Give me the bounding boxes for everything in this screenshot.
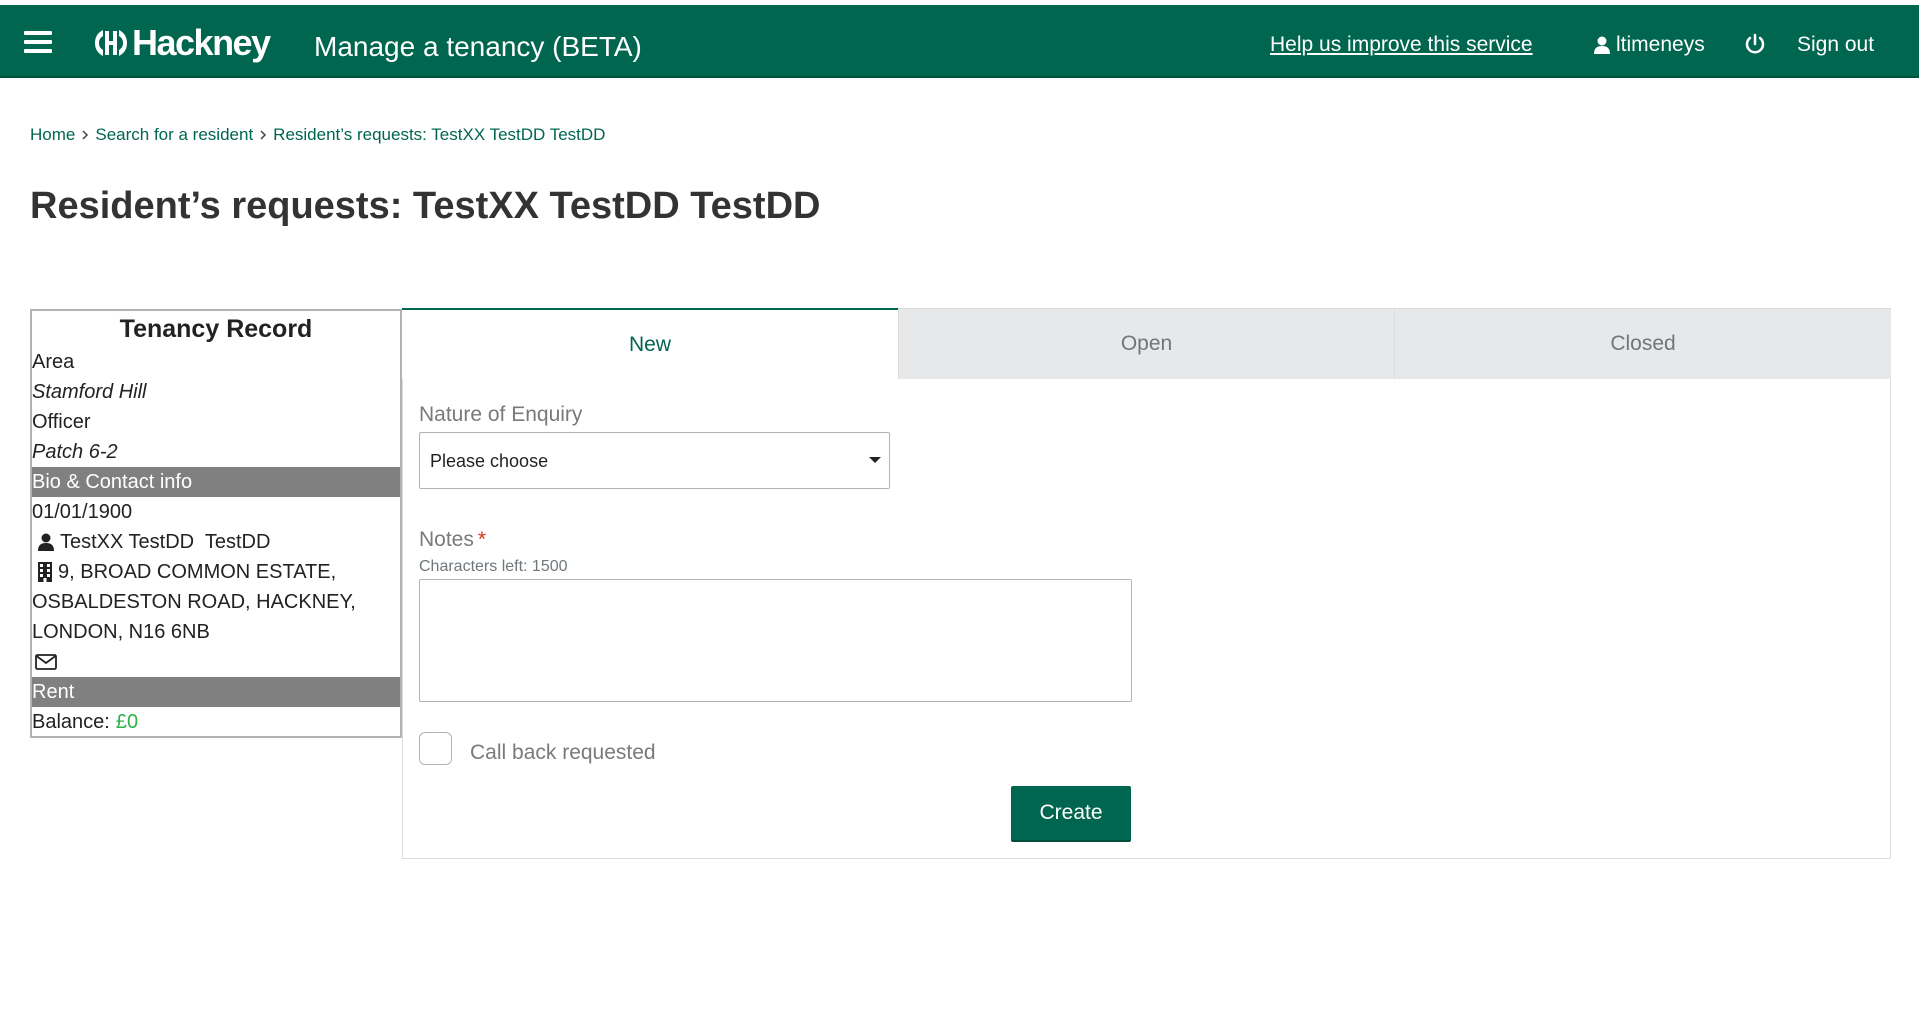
date-of-birth: 01/01/1900 <box>32 501 133 523</box>
area-value: Stamford Hill <box>32 381 147 403</box>
tenancy-record-title: Tenancy Record <box>119 315 313 343</box>
address-line-1: 9, BROAD COMMON ESTATE, <box>58 561 337 583</box>
menu-icon[interactable] <box>24 31 52 53</box>
breadcrumb: Home Search for a resident Resident’s re… <box>30 124 605 146</box>
user-icon <box>1594 36 1610 54</box>
notes-label: Notes * <box>419 527 486 553</box>
required-marker: * <box>477 528 487 551</box>
building-icon <box>38 562 52 582</box>
requests-tabs: New Open Closed <box>402 308 1891 379</box>
breadcrumb-home[interactable]: Home <box>30 124 75 146</box>
tenancy-record-panel: Tenancy Record Area Stamford Hill Office… <box>30 309 402 738</box>
email-row <box>32 647 400 677</box>
help-improve-link[interactable]: Help us improve this service <box>1270 30 1533 60</box>
tab-closed[interactable]: Closed <box>1394 308 1891 379</box>
hackney-logo-icon <box>95 30 127 56</box>
call-back-checkbox[interactable] <box>419 732 452 765</box>
notes-label-text: Notes <box>419 528 474 551</box>
create-button[interactable]: Create <box>1011 786 1131 842</box>
tab-new[interactable]: New <box>402 308 898 379</box>
notes-textarea[interactable] <box>419 579 1132 702</box>
site-header: Hackney Manage a tenancy (BETA) Help us … <box>0 5 1919 78</box>
area-label: Area <box>32 351 75 373</box>
chevron-right-icon <box>75 124 95 146</box>
balance-label: Balance: <box>32 711 110 733</box>
balance-value: £0 <box>115 711 139 733</box>
user-account[interactable]: ltimeneys <box>1594 30 1705 60</box>
characters-left: Characters left: 1500 <box>419 558 568 575</box>
caret-down-icon <box>869 457 881 463</box>
envelope-icon <box>35 654 57 670</box>
chevron-right-icon <box>253 124 273 146</box>
bio-contact-section-header: Bio & Contact info <box>32 467 400 497</box>
hackney-logo[interactable]: Hackney <box>94 22 271 63</box>
address-row: 9, BROAD COMMON ESTATE, <box>32 557 400 587</box>
username: ltimeneys <box>1616 33 1705 56</box>
address-line-3: LONDON, N16 6NB <box>32 621 210 643</box>
service-name: Manage a tenancy (BETA) <box>314 31 642 62</box>
logo-text: Hackney <box>132 22 271 63</box>
page-title: Resident’s requests: TestXX TestDD TestD… <box>30 185 821 227</box>
nature-of-enquiry-value: Please choose <box>430 451 549 471</box>
user-icon <box>38 533 54 551</box>
rent-section-header: Rent <box>32 677 400 707</box>
officer-label: Officer <box>32 411 91 433</box>
balance-row: Balance: £0 <box>32 707 400 737</box>
nature-of-enquiry-select[interactable]: Please choose <box>419 432 890 489</box>
breadcrumb-residents-requests[interactable]: Resident’s requests: TestXX TestDD TestD… <box>273 124 605 146</box>
resident-name-row: TestXX TestDD TestDD <box>32 527 400 557</box>
breadcrumb-search-resident[interactable]: Search for a resident <box>95 124 253 146</box>
tab-open[interactable]: Open <box>898 308 1394 379</box>
sign-out-link[interactable]: Sign out <box>1797 30 1874 60</box>
resident-name: TestXX TestDD TestDD <box>60 531 271 553</box>
power-icon[interactable] <box>1743 32 1767 56</box>
nature-of-enquiry-label: Nature of Enquiry <box>419 403 583 426</box>
address-line-2: OSBALDESTON ROAD, HACKNEY, <box>32 591 356 613</box>
call-back-label[interactable]: Call back requested <box>470 740 656 766</box>
officer-value: Patch 6-2 <box>32 441 118 463</box>
